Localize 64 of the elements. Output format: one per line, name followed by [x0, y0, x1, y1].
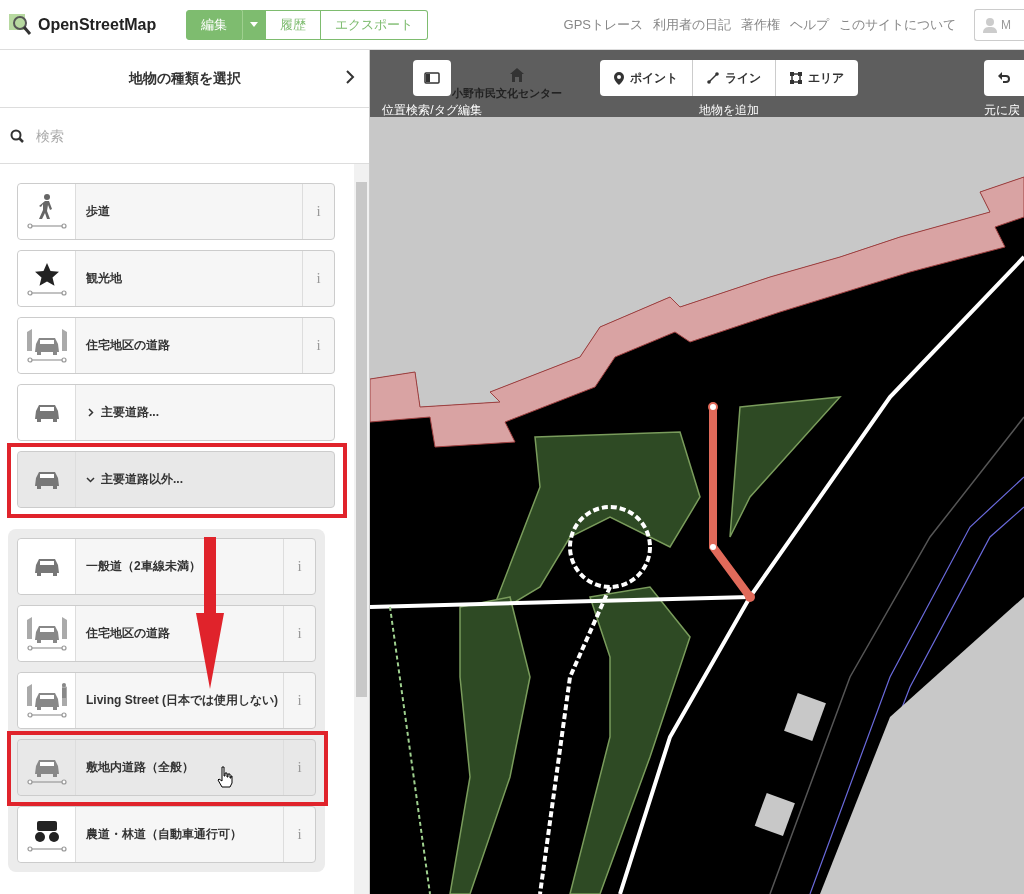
preset-item[interactable]: 住宅地区の道路 i: [17, 317, 335, 374]
preset-label: 住宅地区の道路: [86, 337, 170, 354]
info-button[interactable]: i: [283, 807, 315, 862]
hand-cursor-icon: [217, 766, 233, 788]
nav-link[interactable]: GPSトレース: [563, 15, 643, 34]
chevron-down-icon: [86, 475, 95, 484]
add-feature-button[interactable]: ライン: [693, 60, 776, 96]
preset-label: 一般道（2車線未満）: [86, 558, 201, 575]
preset-item[interactable]: 農道・林道（自動車通行可） i: [17, 806, 316, 863]
category-item[interactable]: 主要道路...: [17, 384, 335, 441]
preset-label: 歩道: [86, 203, 110, 220]
add-feature-button[interactable]: エリア: [776, 60, 858, 96]
category-item[interactable]: 主要道路以外...: [17, 451, 335, 508]
info-button[interactable]: i: [302, 318, 334, 373]
site-logo[interactable]: OpenStreetMap: [38, 15, 157, 34]
preset-item[interactable]: 住宅地区の道路 i: [17, 605, 316, 662]
toolbar-label: 地物を追加: [699, 102, 759, 119]
nav-link[interactable]: このサイトについて: [839, 15, 956, 34]
sidebar-toggle-button[interactable]: [413, 60, 451, 96]
info-button[interactable]: i: [283, 606, 315, 661]
preset-label: 農道・林道（自動車通行可）: [86, 826, 242, 843]
nav-link[interactable]: ヘルプ: [790, 15, 829, 34]
preset-item[interactable]: 歩道 i: [17, 183, 335, 240]
toolbar-label: 位置検索/タグ編集: [382, 102, 482, 119]
map-drawing[interactable]: [370, 117, 1024, 894]
nav-link[interactable]: 利用者の日記: [653, 15, 731, 34]
preset-item[interactable]: Living Street (日本では使用しない) i: [17, 672, 316, 729]
nav-tab[interactable]: 履歴: [266, 9, 322, 40]
chevron-right-icon: [86, 408, 95, 417]
nav-tab[interactable]: エクスポート: [321, 9, 429, 40]
map-place-label: 小野市民文化センター: [452, 86, 562, 101]
line-icon: [707, 72, 719, 84]
pin-icon: [614, 71, 624, 85]
caret-icon: [250, 22, 259, 27]
nav-link[interactable]: 著作権: [741, 15, 780, 34]
undo-icon: [998, 72, 1010, 84]
search-icon: [10, 128, 24, 143]
undo-button[interactable]: [984, 60, 1024, 96]
chevron-right-icon: [345, 68, 355, 85]
preset-item[interactable]: 観光地 i: [17, 250, 335, 307]
preset-label: Living Street (日本では使用しない): [86, 692, 278, 709]
toolbar-label: 元に戻: [984, 102, 1020, 119]
building-icon: [510, 68, 524, 82]
area-icon: [790, 72, 802, 84]
preset-label: 敷地内道路（全般）: [86, 759, 194, 776]
info-button[interactable]: i: [283, 673, 315, 728]
preset-label: 観光地: [86, 270, 122, 287]
user-icon: [983, 16, 997, 33]
info-button[interactable]: i: [302, 251, 334, 306]
info-button[interactable]: i: [283, 740, 315, 795]
scrollbar[interactable]: [354, 164, 369, 894]
logo-icon[interactable]: [8, 12, 32, 37]
category-name: 主要道路...: [101, 404, 159, 421]
panel-title: 地物の種類を選択: [128, 69, 241, 88]
preset-item[interactable]: 敷地内道路（全般） i: [17, 739, 316, 796]
info-button[interactable]: i: [302, 184, 334, 239]
sidebar-icon: [424, 72, 440, 84]
category-name: 主要道路以外...: [101, 471, 183, 488]
info-button[interactable]: i: [283, 539, 315, 594]
preset-item[interactable]: 一般道（2車線未満） i: [17, 538, 316, 595]
user-menu-button[interactable]: M: [974, 8, 1024, 41]
add-feature-button[interactable]: ポイント: [600, 60, 693, 96]
edit-button[interactable]: 編集: [186, 9, 243, 40]
preset-label: 住宅地区の道路: [86, 625, 170, 642]
